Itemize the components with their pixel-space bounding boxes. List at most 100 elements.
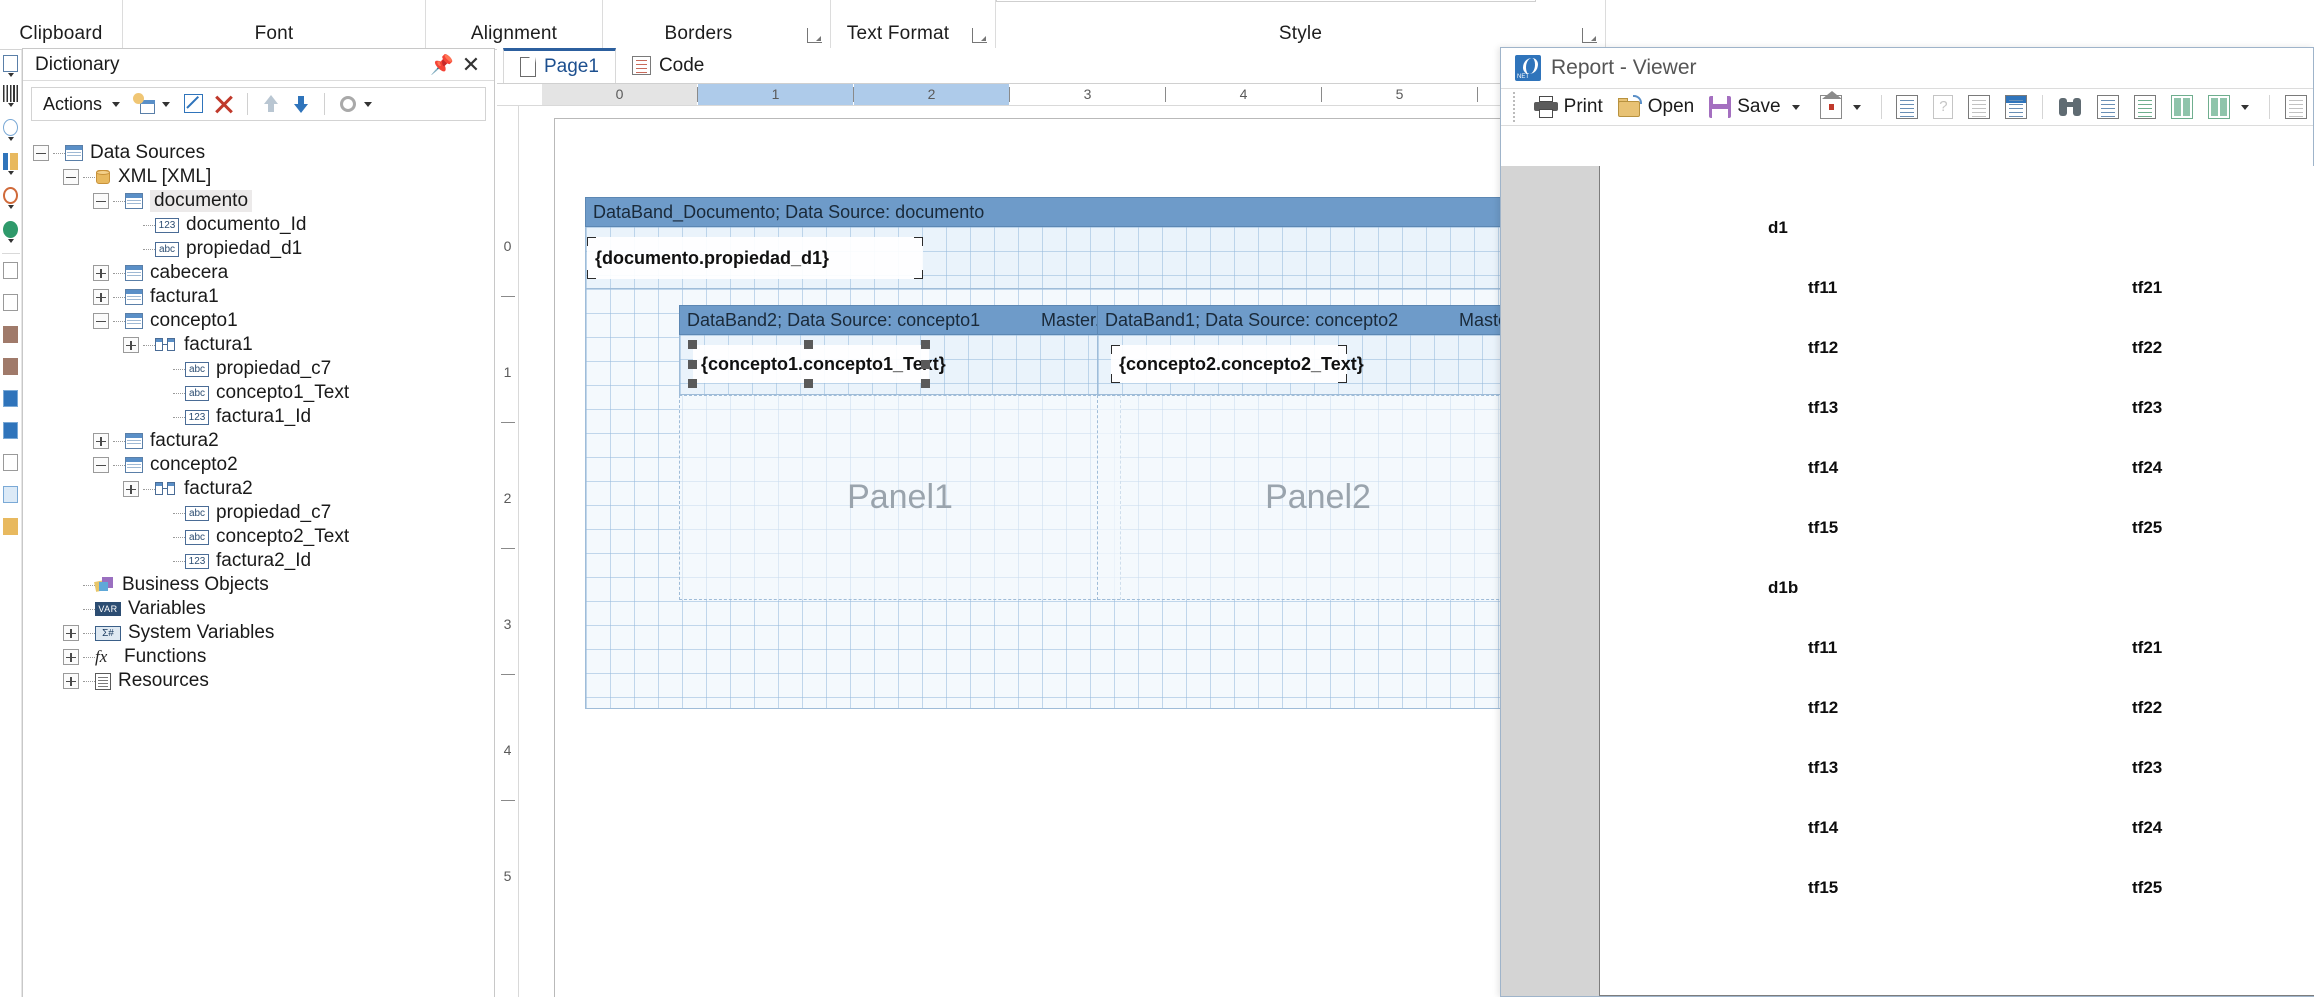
group-header-band-icon[interactable] [0,385,22,417]
cross-data-band-icon[interactable] [0,513,22,545]
tree-node[interactable]: VARVariables [33,597,494,621]
two-page-button[interactable] [2165,91,2199,123]
tree-node[interactable]: cabecera [33,261,494,285]
tree-node[interactable]: XML [XML] [33,165,494,189]
tree-node[interactable]: 123factura2_Id [33,549,494,573]
delete-button[interactable] [210,89,238,119]
edit-button[interactable] [180,89,208,119]
data-band-icon[interactable] [0,481,22,513]
bookmarks-button[interactable] [1999,91,2033,123]
toolbar-grip[interactable] [1513,92,1517,122]
pin-icon[interactable]: 📌 [432,54,452,76]
page-header-band-icon[interactable] [0,321,22,353]
band-header-databand1[interactable]: DataBand1; Data Source: concepto2 Master… [1097,305,1539,335]
report-summary-band-icon[interactable] [0,289,22,321]
collapse-icon[interactable] [93,313,109,329]
tree-node[interactable]: abcpropiedad_c7 [33,357,494,381]
question-icon: ? [1933,95,1953,119]
collapse-icon[interactable] [33,145,49,161]
tree-node[interactable]: factura2 [33,477,494,501]
new-item-button[interactable] [130,89,178,119]
tree-node[interactable]: factura1 [33,285,494,309]
new-page-button[interactable] [1962,91,1996,123]
actions-menu-button[interactable]: Actions [40,89,128,119]
group-footer-band-icon[interactable] [0,417,22,449]
tree-node[interactable]: Business Objects [33,573,494,597]
tree-node[interactable]: fxFunctions [33,645,494,669]
tab-code[interactable]: Code [616,48,720,83]
chart-component-icon[interactable] [0,148,22,182]
tree-node[interactable]: concepto2 [33,453,494,477]
expand-icon[interactable] [63,625,79,641]
page-view-button[interactable] [2091,91,2125,123]
tree-node[interactable]: abcpropiedad_d1 [33,237,494,261]
dictionary-tree[interactable]: Data SourcesXML [XML]documento123documen… [23,129,494,997]
tree-node-label: factura1 [150,286,219,308]
save-button[interactable]: Save [1703,91,1810,123]
page-footer-band-icon[interactable] [0,353,22,385]
barcode-component-icon[interactable] [0,80,22,114]
tree-connector [83,177,95,178]
collapse-icon[interactable] [93,193,109,209]
zoom-button[interactable] [2279,91,2313,123]
tree-node[interactable]: concepto1 [33,309,494,333]
close-icon[interactable]: ✕ [460,53,482,77]
expand-icon[interactable] [93,433,109,449]
tree-node[interactable]: factura2 [33,429,494,453]
settings-button[interactable] [334,89,380,119]
expand-icon[interactable] [123,481,139,497]
tree-node[interactable]: Σ#System Variables [33,621,494,645]
text-component-documento-propiedad[interactable]: {documento.propiedad_d1} [587,237,923,279]
tree-node[interactable]: 123factura1_Id [33,405,494,429]
style-dialog-launcher-icon[interactable] [1582,28,1597,43]
find-button[interactable] [2052,91,2088,123]
text-component-concepto2[interactable]: {concepto2.concepto2_Text} [1111,345,1347,383]
header-band-icon[interactable] [0,449,22,481]
expand-icon[interactable] [63,649,79,665]
tree-node[interactable]: factura1 [33,333,494,357]
expand-icon[interactable] [93,289,109,305]
panel1[interactable]: Panel1 [679,395,1121,600]
band-header-databand2[interactable]: DataBand2; Data Source: concepto1 Master… [679,305,1121,335]
expand-icon[interactable] [93,265,109,281]
text-component-concepto1[interactable]: {concepto1.concepto1_Text} [693,345,929,383]
ribbon-group-label: Alignment [471,23,557,50]
collapse-icon[interactable] [93,457,109,473]
vertical-ruler[interactable]: 0 1 2 3 4 5 [497,106,519,997]
continuous-button[interactable] [2128,91,2162,123]
rendered-report-page[interactable]: d1tf11tf21tf12tf22tf13tf23tf14tf24tf15tf… [1599,166,2314,996]
tree-connector [143,345,155,346]
move-down-button[interactable] [287,89,315,119]
tree-node[interactable]: Resources [33,669,494,693]
report-title-band-icon[interactable] [0,257,22,289]
tree-node[interactable]: documento [33,189,494,213]
tree-node[interactable]: abcconcepto2_Text [33,525,494,549]
panel2[interactable]: Panel2 [1097,395,1539,600]
help-button[interactable]: ? [1927,91,1959,123]
open-button[interactable]: Open [1612,91,1700,123]
move-up-button[interactable] [257,89,285,119]
single-page-icon [2097,95,2119,119]
borders-dialog-launcher-icon[interactable] [807,28,822,43]
gauge-component-icon[interactable] [0,182,22,216]
tree-node[interactable]: 123documento_Id [33,213,494,237]
expand-icon[interactable] [63,673,79,689]
viewer-scroll-area[interactable]: d1tf11tf21tf12tf22tf13tf23tf14tf24tf15tf… [1501,166,2313,996]
text-component-icon[interactable] [0,50,22,80]
map-component-icon[interactable] [0,216,22,250]
expand-icon[interactable] [123,337,139,353]
multi-page-button[interactable] [2202,91,2260,123]
tree-connector [113,297,125,298]
shape-component-icon[interactable] [0,114,22,148]
page-setup-button[interactable] [1890,91,1924,123]
collapse-icon[interactable] [63,169,79,185]
tab-page1[interactable]: Page1 [503,48,616,83]
tree-node[interactable]: abcpropiedad_c7 [33,501,494,525]
tree-node[interactable]: abcconcepto1_Text [33,381,494,405]
number-field-icon: 123 [185,410,209,425]
send-email-button[interactable] [1814,91,1872,123]
tree-node[interactable]: Data Sources [33,141,494,165]
bookmarks-icon [2005,95,2027,119]
text-format-dialog-launcher-icon[interactable] [972,28,987,43]
print-button[interactable]: Print [1528,91,1609,123]
